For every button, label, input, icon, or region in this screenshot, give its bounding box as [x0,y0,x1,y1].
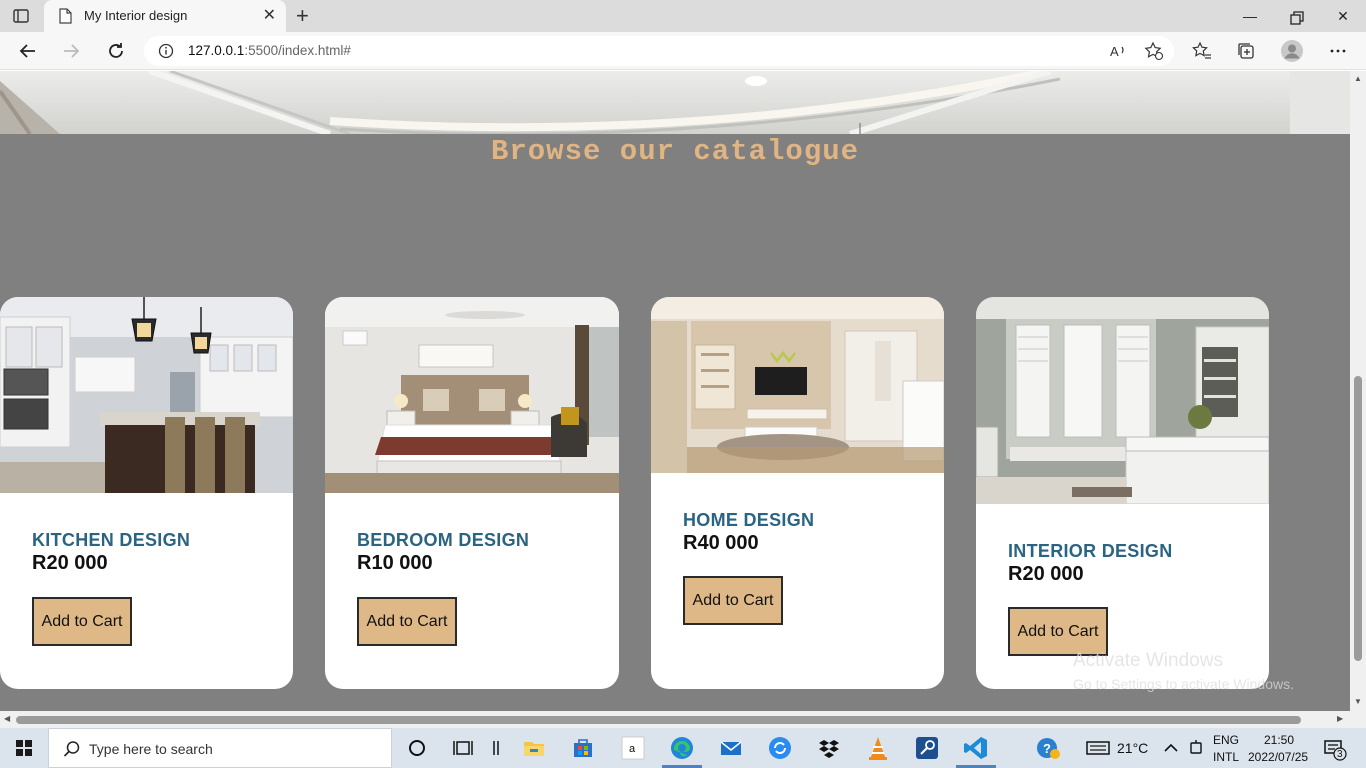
bedroom-photo [325,297,619,493]
product-price: R20 000 [32,552,108,574]
network-icon[interactable] [1182,734,1210,762]
windows-start-icon[interactable] [0,728,48,768]
product-card-kitchen: KITCHEN DESIGN R20 000 Add to Cart [0,297,293,689]
add-to-cart-button[interactable]: Add to Cart [32,597,132,646]
scroll-left-icon[interactable]: ◀ [4,714,10,723]
close-tab-icon[interactable]: ✕ [263,7,276,25]
notification-count: 3 [1337,749,1343,760]
living-room-photo [651,297,944,473]
horizontal-scrollbar[interactable]: ◀ ▶ [0,711,1350,728]
browser-tab-bar: My Interior design ✕ + — ✕ [0,0,1366,32]
address-toolbar: 127.0.0.1:5500/index.html# A [0,32,1366,70]
tab-title: My Interior design [84,8,188,23]
page-viewport: Browse our catalogue KITCHEN DESIGN R20 … [0,71,1350,711]
collections-icon[interactable] [1236,41,1256,61]
forward-icon[interactable] [60,40,82,62]
help-icon[interactable]: ? [1034,734,1062,762]
interior-photo [976,297,1269,504]
read-aloud-icon[interactable]: A [1108,41,1128,61]
svg-text:A: A [1110,44,1119,59]
taskbar-search-box[interactable]: Type here to search [48,728,392,768]
back-icon[interactable] [17,40,39,62]
minimize-icon[interactable]: — [1240,6,1260,26]
horizontal-scroll-thumb[interactable] [16,716,1301,724]
key-app-icon[interactable] [913,734,941,762]
vertical-scrollbar[interactable]: ▲ ▼ [1350,71,1366,711]
catalogue-title: Browse our catalogue [490,135,860,168]
add-to-cart-button[interactable]: Add to Cart [357,597,457,646]
profile-avatar-icon[interactable] [1280,39,1304,63]
product-name: BEDROOM DESIGN [357,530,530,550]
weather-icon[interactable] [1084,734,1112,762]
restore-icon[interactable] [1287,8,1307,28]
url-path: :5500/index.html# [244,43,351,58]
clock-time[interactable]: 21:50 [1264,733,1294,747]
vertical-scroll-thumb[interactable] [1354,376,1362,661]
svg-text:a: a [629,743,636,755]
scroll-right-icon[interactable]: ▶ [1337,714,1343,723]
url-host: 127.0.0.1 [188,43,245,58]
dropbox-icon[interactable] [815,734,843,762]
keyboard-layout[interactable]: INTL [1213,750,1239,764]
sync-app-icon[interactable] [766,734,794,762]
product-card-interior: INTERIOR DESIGN R20 000 Add to Cart [976,297,1269,689]
product-card-home: HOME DESIGN R40 000 Add to Cart [651,297,944,689]
tab-actions-icon[interactable] [12,7,30,25]
vlc-icon[interactable] [864,734,892,762]
watermark-subtitle: Go to Settings to activate Windows. [1073,676,1294,692]
add-to-cart-button[interactable]: Add to Cart [1008,607,1108,656]
activate-windows-watermark: Activate Windows Go to Settings to activ… [1073,650,1294,692]
product-price: R20 000 [1008,563,1084,585]
svg-text:?: ? [1043,741,1051,756]
ceiling-photo [0,71,1350,134]
product-price: R40 000 [683,532,759,554]
hero-image [0,71,1350,134]
site-info-icon[interactable] [158,43,174,59]
vscode-icon[interactable] [962,734,990,762]
clock-date[interactable]: 2022/07/25 [1248,750,1308,764]
file-explorer-icon[interactable] [520,734,548,762]
product-name: HOME DESIGN [683,510,815,530]
refresh-icon[interactable] [105,40,127,62]
chevron-up-icon[interactable] [1157,734,1185,762]
browser-tab[interactable]: My Interior design ✕ [44,0,286,32]
pinned-app-icon[interactable] [482,734,510,762]
edge-browser-icon[interactable] [668,734,696,762]
product-name: INTERIOR DESIGN [1008,541,1173,561]
product-card-bedroom: BEDROOM DESIGN R10 000 Add to Cart [325,297,619,689]
task-view-icon[interactable] [449,734,477,762]
cortana-icon[interactable] [403,734,431,762]
page-icon [59,8,72,24]
notifications-icon[interactable] [1320,734,1348,762]
close-window-icon[interactable]: ✕ [1333,6,1353,26]
url-field[interactable]: 127.0.0.1:5500/index.html# A [144,36,1174,66]
product-name: KITCHEN DESIGN [32,530,191,550]
favorite-add-icon[interactable] [1144,41,1164,61]
new-tab-icon[interactable]: + [296,4,309,28]
language-indicator[interactable]: ENG [1213,733,1239,747]
temperature[interactable]: 21°C [1117,740,1148,756]
add-to-cart-button[interactable]: Add to Cart [683,576,783,625]
scroll-down-icon[interactable]: ▼ [1354,697,1362,706]
scrollbar-corner [1350,711,1366,728]
kitchen-photo [0,297,293,493]
amazon-icon[interactable]: a [619,734,647,762]
url-text: 127.0.0.1:5500/index.html# [188,43,351,58]
more-menu-icon[interactable] [1328,41,1348,61]
watermark-title: Activate Windows [1073,650,1223,671]
scroll-up-icon[interactable]: ▲ [1354,74,1362,83]
mail-icon[interactable] [717,734,745,762]
microsoft-store-icon[interactable] [569,734,597,762]
search-placeholder: Type here to search [89,741,213,757]
search-icon [63,741,80,757]
favorites-icon[interactable] [1192,41,1212,61]
windows-taskbar: Type here to search a ? 21°C ENG INTL 21… [0,728,1366,768]
product-price: R10 000 [357,552,433,574]
